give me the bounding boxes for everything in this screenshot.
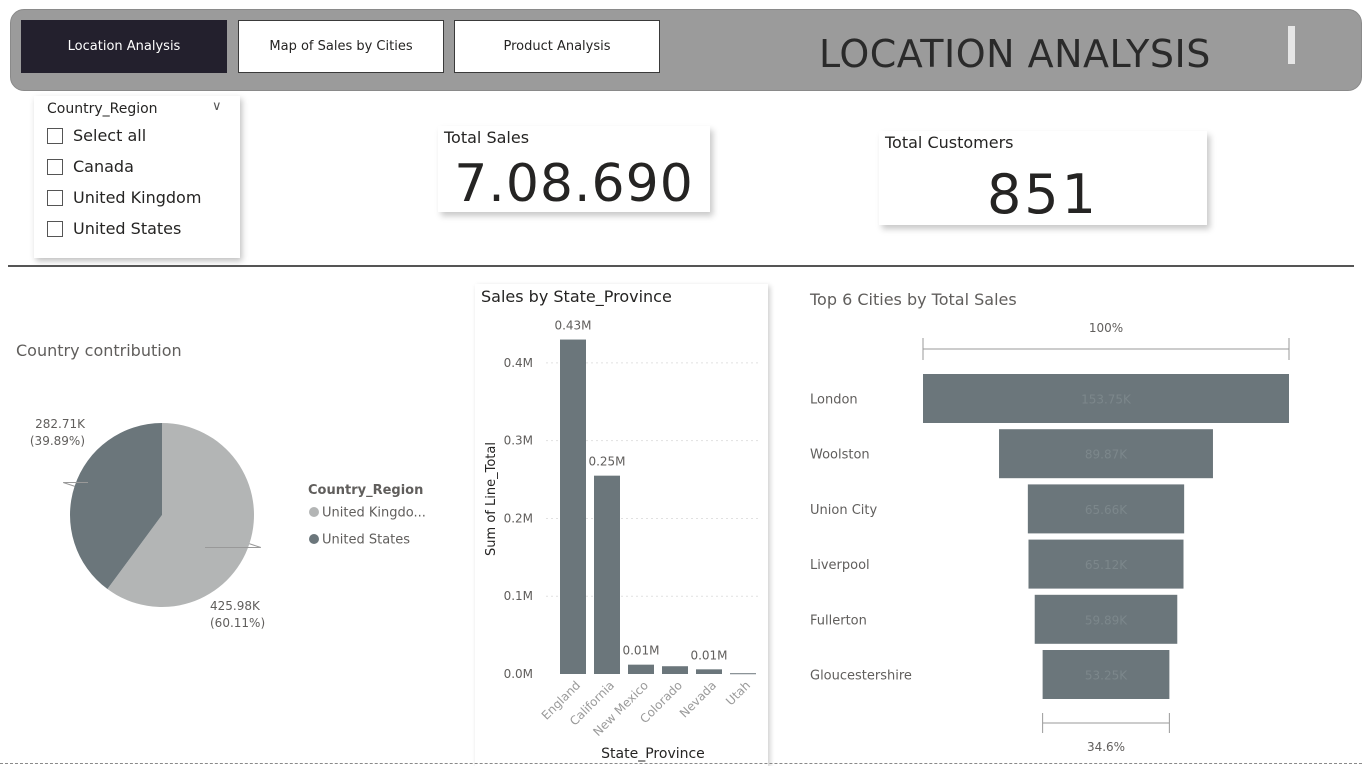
page-title: LOCATION ANALYSIS bbox=[819, 32, 1211, 76]
y-tick-label: 0.4M bbox=[504, 356, 533, 370]
chevron-down-icon[interactable]: ∨ bbox=[212, 99, 222, 114]
legend-item[interactable]: United States bbox=[322, 533, 410, 548]
legend-title: Country_Region bbox=[308, 483, 423, 498]
funnel-category-label: Woolston bbox=[810, 448, 870, 463]
pie-pct-label: (39.89%) bbox=[30, 434, 85, 448]
slicer-item-select-all[interactable]: Select all bbox=[47, 126, 146, 145]
bar-data-label: 0.43M bbox=[554, 319, 591, 333]
funnel-category-label: Liverpool bbox=[810, 558, 870, 573]
tab-location-analysis[interactable]: Location Analysis bbox=[21, 20, 227, 73]
bar[interactable] bbox=[696, 669, 722, 674]
funnel-category-label: Union City bbox=[810, 503, 877, 518]
funnel-data-label: 65.66K bbox=[1085, 503, 1128, 517]
total-customers-value: 851 bbox=[986, 163, 1100, 226]
y-tick-label: 0.3M bbox=[504, 434, 533, 448]
funnel-data-label: 89.87K bbox=[1085, 448, 1128, 462]
funnel-data-label: 65.12K bbox=[1085, 558, 1128, 572]
funnel-category-label: Gloucestershire bbox=[810, 669, 912, 684]
checkbox[interactable] bbox=[47, 189, 63, 206]
tab-map-of-sales-by-cities[interactable]: Map of Sales by Cities bbox=[238, 20, 444, 73]
pie-value-label: 425.98K bbox=[210, 599, 261, 613]
bar-data-label: 0.25M bbox=[588, 455, 625, 469]
funnel-category-label: London bbox=[810, 393, 858, 408]
y-tick-label: 0.2M bbox=[504, 511, 533, 525]
bar-data-label: 0.01M bbox=[690, 648, 727, 662]
y-tick-label: 0.1M bbox=[504, 589, 533, 603]
slicer-title: Country_Region bbox=[47, 101, 158, 117]
bar[interactable] bbox=[662, 666, 688, 674]
slicer-item-label: United States bbox=[73, 219, 182, 238]
legend-marker bbox=[309, 534, 319, 544]
x-axis-label: State_Province bbox=[601, 746, 705, 762]
checkbox[interactable] bbox=[47, 127, 63, 144]
funnel-bottom-bracket bbox=[1042, 713, 1170, 733]
y-axis-label: Sum of Line_Total bbox=[484, 442, 499, 556]
slicer-item-label: Select all bbox=[73, 126, 147, 145]
bar[interactable] bbox=[628, 664, 654, 674]
header-bar: Location Analysis Map of Sales by Cities… bbox=[10, 9, 1362, 91]
sales-by-state-panel: Sales by State_Province 0.0M 0.1M 0.2M 0.3M… bbox=[475, 284, 768, 766]
total-sales-value: 7.08.690 bbox=[454, 154, 694, 214]
funnel-data-label: 53.25K bbox=[1085, 669, 1128, 683]
x-tick-label: Nevada bbox=[677, 678, 719, 720]
bar-data-label: 0.01M bbox=[622, 644, 659, 658]
total-customers-card: Total Customers 851 bbox=[879, 131, 1207, 226]
top-cities-funnel: 100% London 153.75K Woolston 89.87K Union Cit… bbox=[810, 321, 1290, 754]
funnel-bottom-label: 34.6% bbox=[1087, 740, 1125, 754]
funnel-top-bracket bbox=[922, 338, 1290, 360]
slicer-item-canada[interactable]: Canada bbox=[47, 157, 134, 176]
slicer-item-united-kingdom[interactable]: United Kingdom bbox=[47, 188, 201, 207]
card-title: Total Sales bbox=[444, 128, 530, 147]
slicer-item-united-states[interactable]: United States bbox=[47, 219, 181, 238]
checkbox[interactable] bbox=[47, 158, 63, 175]
bottom-border bbox=[0, 763, 1362, 764]
divider bbox=[8, 265, 1354, 267]
funnel-data-label: 153.75K bbox=[1081, 393, 1132, 407]
sales-by-state-chart: 0.0M 0.1M 0.2M 0.3M 0.4M Sum of Line_Total 0.4… bbox=[484, 319, 760, 762]
pie-value-label: 282.71K bbox=[35, 417, 86, 431]
total-sales-card: Total Sales 7.08.690 bbox=[438, 126, 710, 214]
y-tick-label: 0.0M bbox=[504, 667, 533, 681]
header-accent-bar bbox=[1288, 26, 1295, 64]
legend-item[interactable]: United Kingdo... bbox=[322, 506, 426, 521]
funnel-top-label: 100% bbox=[1089, 321, 1123, 335]
dashboard: Location Analysis Map of Sales by Cities… bbox=[0, 0, 1362, 766]
bar[interactable] bbox=[594, 475, 620, 674]
checkbox[interactable] bbox=[47, 220, 63, 237]
slicer-item-label: Canada bbox=[73, 157, 134, 176]
slicer-item-label: United Kingdom bbox=[73, 188, 202, 207]
legend-marker bbox=[309, 507, 319, 517]
bar[interactable] bbox=[730, 673, 756, 675]
funnel-chart-title: Top 6 Cities by Total Sales bbox=[810, 290, 1017, 309]
bar[interactable] bbox=[560, 339, 586, 674]
pie-pct-label: (60.11%) bbox=[210, 616, 265, 630]
funnel-category-label: Fullerton bbox=[810, 613, 867, 628]
country-region-slicer: Country_Region ∨ Select all Canada Unite… bbox=[34, 96, 240, 258]
card-title: Total Customers bbox=[885, 133, 1014, 152]
funnel-data-label: 59.89K bbox=[1085, 613, 1128, 627]
tab-product-analysis[interactable]: Product Analysis bbox=[454, 20, 660, 73]
x-tick-label: Utah bbox=[723, 678, 753, 708]
pie-chart-title: Country contribution bbox=[16, 341, 182, 360]
country-contribution-pie: 425.98K (60.11%) 282.71K (39.89%) Country_Re… bbox=[30, 417, 426, 630]
